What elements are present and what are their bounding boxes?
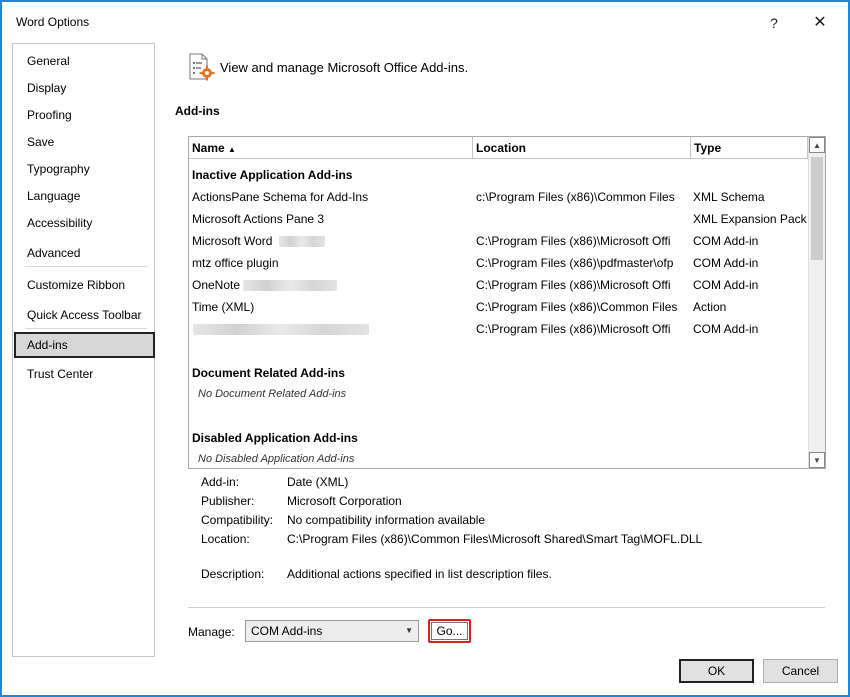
table-row[interactable]: Microsoft Actions Pane 3 XML Expansion P… bbox=[189, 208, 809, 230]
cell-name: Microsoft Actions Pane 3 bbox=[192, 212, 325, 226]
nav-item-general[interactable]: General bbox=[14, 48, 153, 74]
table-row[interactable]: OneNote C:\Program Files (x86)\Microsoft… bbox=[189, 274, 809, 296]
table-row[interactable]: C:\Program Files (x86)\Microsoft Offi CO… bbox=[189, 318, 809, 340]
cell-type: XML Schema bbox=[693, 190, 765, 204]
go-button-label: Go... bbox=[431, 622, 468, 640]
scroll-down-icon[interactable]: ▼ bbox=[809, 452, 825, 468]
cell-type: COM Add-in bbox=[693, 234, 759, 248]
cell-name: ActionsPane Schema for Add-Ins bbox=[192, 190, 369, 204]
nav-item-add-ins[interactable]: Add-ins bbox=[14, 332, 155, 358]
detail-description-label: Description: bbox=[201, 567, 265, 581]
sort-ascending-icon: ▲ bbox=[228, 145, 236, 154]
nav-separator bbox=[25, 328, 147, 329]
cell-type: COM Add-in bbox=[693, 256, 759, 270]
divider bbox=[188, 607, 825, 608]
chevron-down-icon: ▼ bbox=[405, 626, 413, 635]
cell-location: C:\Program Files (x86)\Microsoft Offi bbox=[476, 322, 671, 336]
group-disabled-label: Disabled Application Add-ins bbox=[192, 431, 358, 445]
table-row[interactable]: mtz office plugin C:\Program Files (x86)… bbox=[189, 252, 809, 274]
column-header-type[interactable]: Type bbox=[691, 137, 808, 159]
group-inactive-label: Inactive Application Add-ins bbox=[192, 168, 353, 182]
redacted-blur bbox=[193, 324, 369, 335]
window-title: Word Options bbox=[16, 15, 90, 29]
table-row[interactable]: Time (XML) C:\Program Files (x86)\Common… bbox=[189, 296, 809, 318]
nav-item-typography[interactable]: Typography bbox=[14, 156, 153, 182]
list-scrollbar[interactable]: ▲ ▼ bbox=[808, 137, 825, 468]
help-button[interactable]: ? bbox=[759, 12, 789, 34]
ok-button[interactable]: OK bbox=[679, 659, 754, 683]
group-document-label: Document Related Add-ins bbox=[192, 366, 345, 380]
nav-item-save[interactable]: Save bbox=[14, 129, 153, 155]
detail-addin-label: Add-in: bbox=[201, 475, 240, 489]
group-header: Document Related Add-ins bbox=[189, 362, 809, 384]
detail-compat-label: Compatibility: bbox=[201, 513, 274, 527]
redacted-blur bbox=[279, 236, 325, 247]
nav-item-language[interactable]: Language bbox=[14, 183, 153, 209]
nav-item-accessibility[interactable]: Accessibility bbox=[14, 210, 153, 236]
options-nav: General Display Proofing Save Typography… bbox=[12, 43, 155, 657]
nav-item-display[interactable]: Display bbox=[14, 75, 153, 101]
redacted-blur bbox=[243, 280, 337, 291]
cancel-button[interactable]: Cancel bbox=[763, 659, 838, 683]
cell-location: C:\Program Files (x86)\pdfmaster\ofp bbox=[476, 256, 674, 270]
cell-type: XML Expansion Pack bbox=[693, 212, 807, 226]
nav-item-quick-access-toolbar[interactable]: Quick Access Toolbar bbox=[14, 302, 153, 328]
word-options-dialog: Word Options ? ✕ General Display Proofin… bbox=[2, 2, 848, 695]
panel-description: View and manage Microsoft Office Add-ins… bbox=[220, 60, 469, 75]
cell-type: COM Add-in bbox=[693, 322, 759, 336]
cell-location: C:\Program Files (x86)\Microsoft Offi bbox=[476, 234, 671, 248]
group-header: Inactive Application Add-ins bbox=[189, 164, 809, 186]
list-item: No Disabled Application Add-ins bbox=[189, 448, 809, 468]
scroll-thumb[interactable] bbox=[811, 157, 823, 260]
cell-name: Microsoft Word bbox=[192, 234, 273, 248]
detail-addin-value: Date (XML) bbox=[287, 475, 349, 489]
list-item: No Document Related Add-ins bbox=[189, 383, 809, 405]
cell-type: COM Add-in bbox=[693, 278, 759, 292]
section-title: Add-ins bbox=[175, 104, 220, 118]
add-ins-panel: View and manage Microsoft Office Add-ins… bbox=[173, 43, 828, 657]
add-ins-gear-icon bbox=[189, 53, 215, 81]
group-header: Disabled Application Add-ins bbox=[189, 427, 809, 449]
detail-compat-value: No compatibility information available bbox=[287, 513, 486, 527]
nav-item-advanced[interactable]: Advanced bbox=[14, 240, 153, 266]
detail-location-label: Location: bbox=[201, 532, 250, 546]
table-row[interactable]: ActionsPane Schema for Add-Ins c:\Progra… bbox=[189, 186, 809, 208]
add-ins-list[interactable]: Name ▲ Location Type Inactive Applicatio… bbox=[188, 136, 826, 469]
title-bar: Word Options ? ✕ bbox=[2, 2, 848, 42]
nav-item-customize-ribbon[interactable]: Customize Ribbon bbox=[14, 272, 153, 298]
nav-item-trust-center[interactable]: Trust Center bbox=[14, 361, 153, 387]
cell-location: c:\Program Files (x86)\Common Files bbox=[476, 190, 675, 204]
table-row[interactable]: Microsoft Word C:\Program Files (x86)\Mi… bbox=[189, 230, 809, 252]
cell-location: C:\Program Files (x86)\Common Files bbox=[476, 300, 678, 314]
group-disabled-empty: No Disabled Application Add-ins bbox=[198, 453, 355, 465]
manage-select-value: COM Add-ins bbox=[251, 624, 323, 638]
detail-location-value: C:\Program Files (x86)\Common Files\Micr… bbox=[287, 532, 703, 546]
column-header-location[interactable]: Location bbox=[473, 137, 691, 159]
close-button[interactable]: ✕ bbox=[805, 12, 835, 34]
nav-item-proofing[interactable]: Proofing bbox=[14, 102, 153, 128]
group-document-empty: No Document Related Add-ins bbox=[198, 388, 347, 400]
detail-publisher-label: Publisher: bbox=[201, 494, 255, 508]
column-name-label: Name bbox=[192, 141, 225, 155]
cell-location: C:\Program Files (x86)\Microsoft Offi bbox=[476, 278, 671, 292]
manage-label: Manage: bbox=[188, 625, 235, 639]
detail-description-value: Additional actions specified in list des… bbox=[287, 567, 552, 581]
cell-type: Action bbox=[693, 300, 727, 314]
go-button[interactable]: Go... bbox=[428, 619, 471, 643]
cell-name: Time (XML) bbox=[192, 300, 255, 314]
nav-separator bbox=[25, 266, 147, 267]
manage-select[interactable]: COM Add-ins ▼ bbox=[245, 620, 419, 642]
scroll-up-icon[interactable]: ▲ bbox=[809, 137, 825, 153]
column-header-name[interactable]: Name ▲ bbox=[189, 137, 473, 159]
cell-name: mtz office plugin bbox=[192, 256, 279, 270]
detail-publisher-value: Microsoft Corporation bbox=[287, 494, 402, 508]
